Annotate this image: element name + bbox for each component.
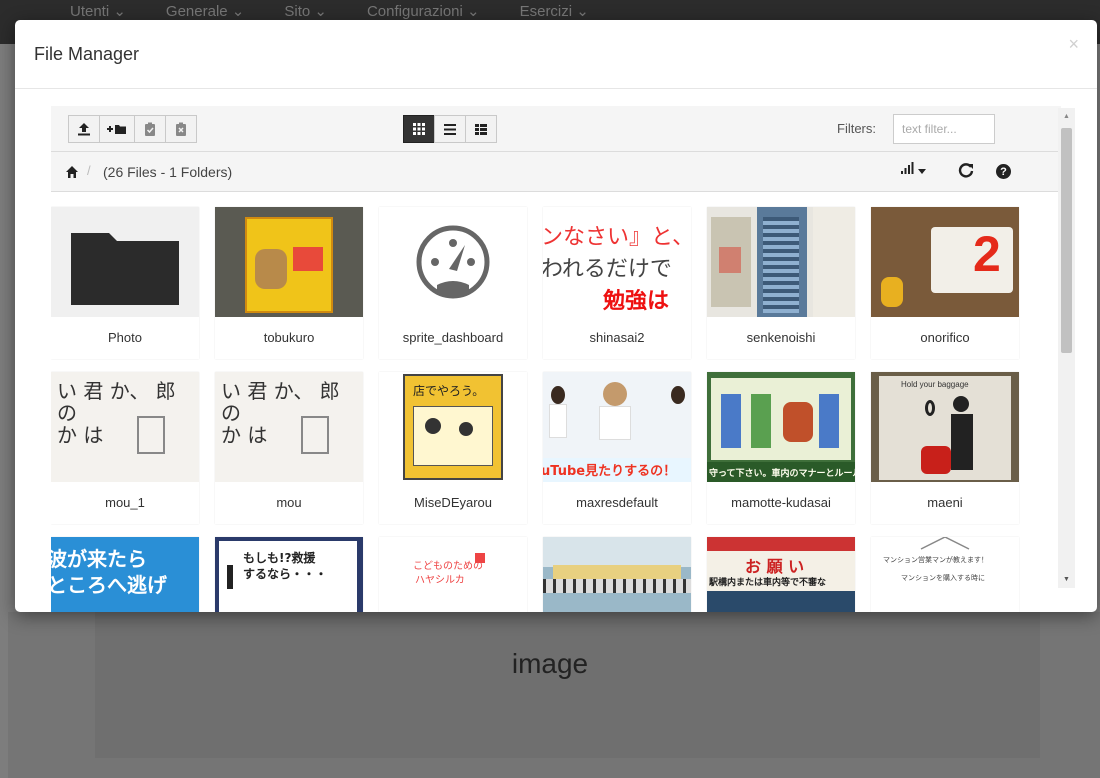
file-tile[interactable] [543,537,691,612]
home-icon[interactable] [65,165,79,179]
grid-view-button[interactable] [403,115,435,143]
file-tile[interactable]: 2 onorifico [871,207,1019,359]
scrollbar[interactable]: ▲ ▼ [1058,108,1075,588]
nav-item-configurazioni: Configurazioni ⌄ [366,3,480,20]
scroll-up-icon[interactable]: ▲ [1058,108,1075,125]
file-thumbnail [215,207,363,317]
breadcrumb: / (26 Files - 1 Folders) ? [51,152,1061,192]
paste-button[interactable] [134,115,166,143]
file-tile[interactable]: こどものための ハヤシルカ [379,537,527,612]
file-thumbnail: 店でやろう。 [379,372,527,482]
modal-title: File Manager [34,44,140,64]
view-mode-group [403,115,497,143]
file-thumbnail: ンなさい』と、 われるだけで 勉強は [543,207,691,317]
folder-icon [71,233,179,305]
clipboard-check-icon [145,122,155,136]
file-tile[interactable]: uTube見たりするの！ maxresdefault [543,372,691,524]
file-name: mou_1 [51,482,199,524]
nav-item-sito: Sito ⌄ [284,3,327,20]
list-view-button[interactable] [434,115,466,143]
file-thumbnail: お 願 い 駅構内または車内等で不審な [707,537,855,612]
file-name: mamotte-kudasai [707,482,855,524]
scroll-down-icon[interactable]: ▼ [1058,571,1075,588]
file-tile[interactable]: senkenoishi [707,207,855,359]
file-thumbnail: 守って下さい。車内のマナーとルール [707,372,855,482]
detail-view-button[interactable] [465,115,497,143]
folder-summary: (26 Files - 1 Folders) [103,164,233,180]
folder-tile[interactable]: Photo [51,207,199,359]
file-thumbnail [707,207,855,317]
background-image-box [95,612,1040,758]
file-thumbnail: い 君 か、 郎 の か は [215,372,363,482]
file-tile[interactable]: tobukuro [215,207,363,359]
file-name: tobukuro [215,317,363,359]
file-thumbnail: Hold your baggage [871,372,1019,482]
text-filter-input[interactable] [893,114,995,144]
caret-down-icon [918,169,926,174]
file-tile[interactable]: Hold your baggage maeni [871,372,1019,524]
background-nav-items: Utenti ⌄ Generale ⌄ Sito ⌄ Configurazion… [70,2,589,20]
file-tile[interactable]: 波が来たら ところへ逃げ [51,537,199,612]
file-name: MiseDEyarou [379,482,527,524]
file-name: onorifico [871,317,1019,359]
file-tile[interactable]: お 願 い 駅構内または車内等で不審な [707,537,855,612]
detail-view-icon [475,123,487,135]
help-icon[interactable]: ? [996,164,1011,179]
new-folder-button[interactable] [99,115,135,143]
file-tile[interactable]: マンション営業マンが教えます！ マンションを購入する時に [871,537,1019,612]
file-name: sprite_dashboard [379,317,527,359]
file-manager-body: Filters: / (26 Files - 1 Folders) ? Phot… [51,106,1061,612]
nav-item-esercizi: Esercizi ⌄ [519,3,589,20]
scrollbar-thumb[interactable] [1061,128,1072,353]
background-image-label: image [511,648,589,679]
file-tile[interactable]: 守って下さい。車内のマナーとルール mamotte-kudasai [707,372,855,524]
file-thumbnail: uTube見たりするの！ [543,372,691,482]
upload-icon [78,123,90,136]
file-thumbnail: もしも!?救援 するなら・・・ [215,537,363,612]
list-view-icon [444,123,456,135]
sort-icon [901,162,914,174]
file-thumbnail [543,537,691,612]
file-name: mou [215,482,363,524]
file-name: maeni [871,482,1019,524]
file-tile[interactable]: い 君 か、 郎 の か は mou_1 [51,372,199,524]
file-thumbnail: い 君 か、 郎 の か は [51,372,199,482]
filters-label: Filters: [837,121,876,136]
nav-item-generale: Generale ⌄ [165,3,245,20]
clear-clipboard-button[interactable] [165,115,197,143]
breadcrumb-separator: / [87,163,91,178]
file-name: Photo [51,317,199,359]
toolbar: Filters: [51,106,1061,152]
dashboard-gauge-icon [416,225,490,299]
file-thumbnail: 波が来たら ところへ逃げ [51,537,199,612]
grid-view-icon [413,123,425,135]
file-actions-group [68,115,197,143]
file-manager-modal: File Manager × Filters: text filter... /… [15,20,1097,612]
file-thumbnail: 2 [871,207,1019,317]
file-thumbnail: マンション営業マンが教えます！ マンションを購入する時に [871,537,1019,612]
file-name: senkenoishi [707,317,855,359]
file-name: shinasai2 [543,317,691,359]
file-name: maxresdefault [543,482,691,524]
folder-thumbnail [51,207,199,317]
close-icon[interactable]: × [1068,34,1079,55]
file-tile[interactable]: い 君 か、 郎 の か は mou [215,372,363,524]
file-tile[interactable]: 店でやろう。 MiseDEyarou [379,372,527,524]
file-thumbnail [379,207,527,317]
modal-divider [15,88,1097,89]
file-thumbnail: こどものための ハヤシルカ [379,537,527,612]
new-folder-icon [107,125,126,134]
sort-button[interactable] [901,162,926,174]
nav-item-utenti: Utenti ⌄ [70,3,126,20]
clipboard-clear-icon [176,122,186,136]
upload-button[interactable] [68,115,100,143]
file-tile[interactable]: ンなさい』と、 われるだけで 勉強は shinasai2 [543,207,691,359]
file-tile[interactable]: sprite_dashboard [379,207,527,359]
refresh-icon[interactable] [957,162,975,180]
file-tile[interactable]: もしも!?救援 するなら・・・ [215,537,363,612]
